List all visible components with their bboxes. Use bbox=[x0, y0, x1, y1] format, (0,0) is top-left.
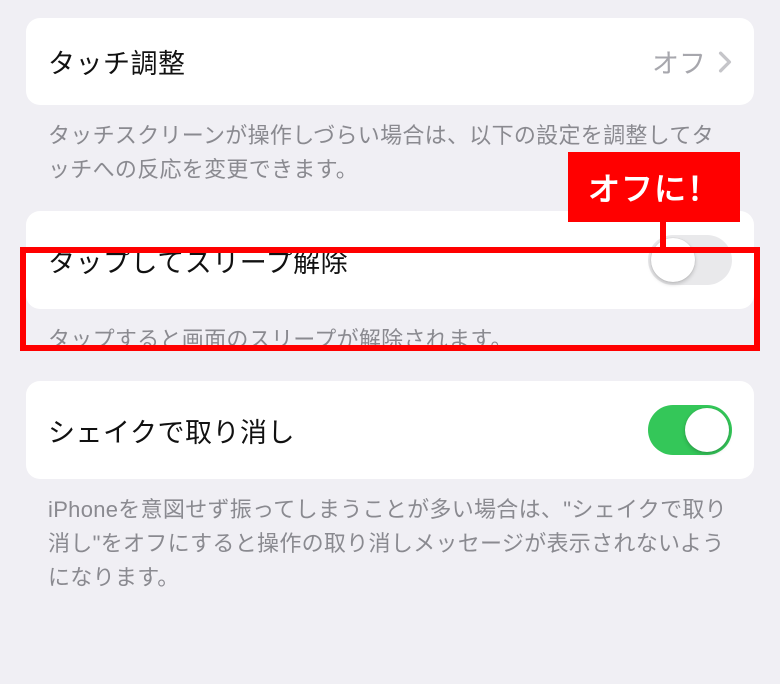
toggle-knob bbox=[651, 238, 695, 282]
row-footer: タップすると画面のスリープが解除されます。 bbox=[26, 309, 754, 381]
row-title: シェイクで取り消し bbox=[48, 411, 295, 450]
row-title: タッチ調整 bbox=[48, 42, 186, 81]
row-footer: iPhoneを意図せず振ってしまうことが多い場合は、"シェイクで取り消し"をオフ… bbox=[26, 479, 754, 619]
row-right: オフ bbox=[652, 42, 732, 81]
toggle-knob bbox=[685, 408, 729, 452]
row-value: オフ bbox=[652, 42, 706, 81]
settings-list: タッチ調整 オフ タッチスクリーンが操作しづらい場合は、以下の設定を調整してタッ… bbox=[0, 0, 780, 620]
annotation-callout-line bbox=[660, 214, 666, 247]
chevron-right-icon bbox=[718, 51, 732, 73]
annotation-callout-badge: オフに！ bbox=[568, 152, 740, 222]
row-tap-to-wake[interactable]: タップしてスリープ解除 bbox=[26, 211, 754, 309]
row-touch-accommodations[interactable]: タッチ調整 オフ bbox=[26, 18, 754, 105]
row-title: タップしてスリープ解除 bbox=[48, 241, 348, 280]
row-shake-to-undo[interactable]: シェイクで取り消し bbox=[26, 381, 754, 479]
toggle-shake-to-undo[interactable] bbox=[648, 405, 732, 455]
